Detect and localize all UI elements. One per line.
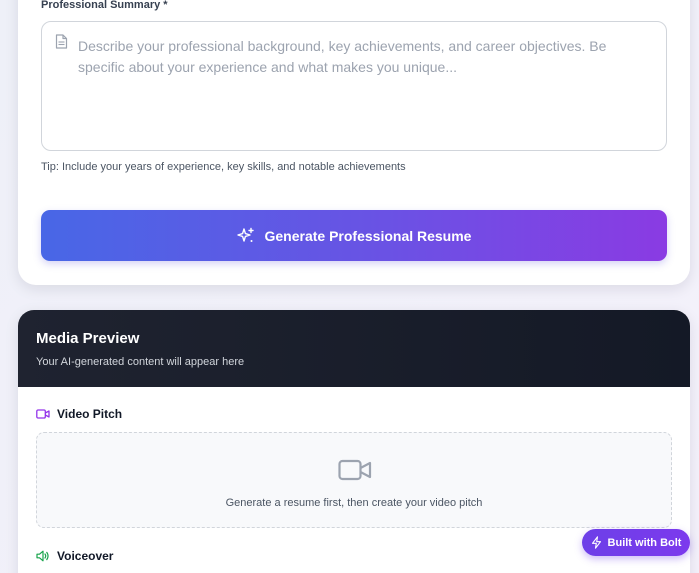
resume-form-card: Professional Summary * Describe your pro… (18, 0, 690, 285)
video-pitch-empty-text: Generate a resume first, then create you… (225, 497, 483, 509)
generate-resume-label: Generate Professional Resume (264, 227, 472, 244)
voiceover-heading: Voiceover (36, 549, 113, 563)
summary-textarea[interactable]: Describe your professional background, k… (41, 21, 667, 151)
generate-resume-button[interactable]: Generate Professional Resume (41, 210, 667, 261)
video-pitch-heading: Video Pitch (36, 407, 122, 421)
document-icon (55, 34, 68, 49)
built-with-bolt-badge[interactable]: Built with Bolt (582, 529, 690, 556)
speaker-icon (36, 550, 49, 562)
built-with-bolt-label: Built with Bolt (607, 536, 682, 549)
summary-tip: Tip: Include your years of experience, k… (41, 161, 406, 173)
media-preview-title: Media Preview (36, 330, 140, 347)
sparkles-icon (236, 227, 254, 242)
video-pitch-placeholder: Generate a resume first, then create you… (36, 432, 672, 528)
video-pitch-title: Video Pitch (57, 407, 123, 421)
media-preview-header: Media Preview Your AI-generated content … (18, 310, 690, 387)
voiceover-title: Voiceover (57, 549, 114, 563)
media-preview-subtitle: Your AI-generated content will appear he… (36, 356, 245, 368)
summary-placeholder: Describe your professional background, k… (78, 38, 607, 75)
summary-label: Professional Summary * (41, 0, 168, 11)
lightning-bolt-icon (591, 536, 601, 549)
video-camera-icon (36, 409, 50, 419)
video-camera-icon (338, 459, 372, 481)
